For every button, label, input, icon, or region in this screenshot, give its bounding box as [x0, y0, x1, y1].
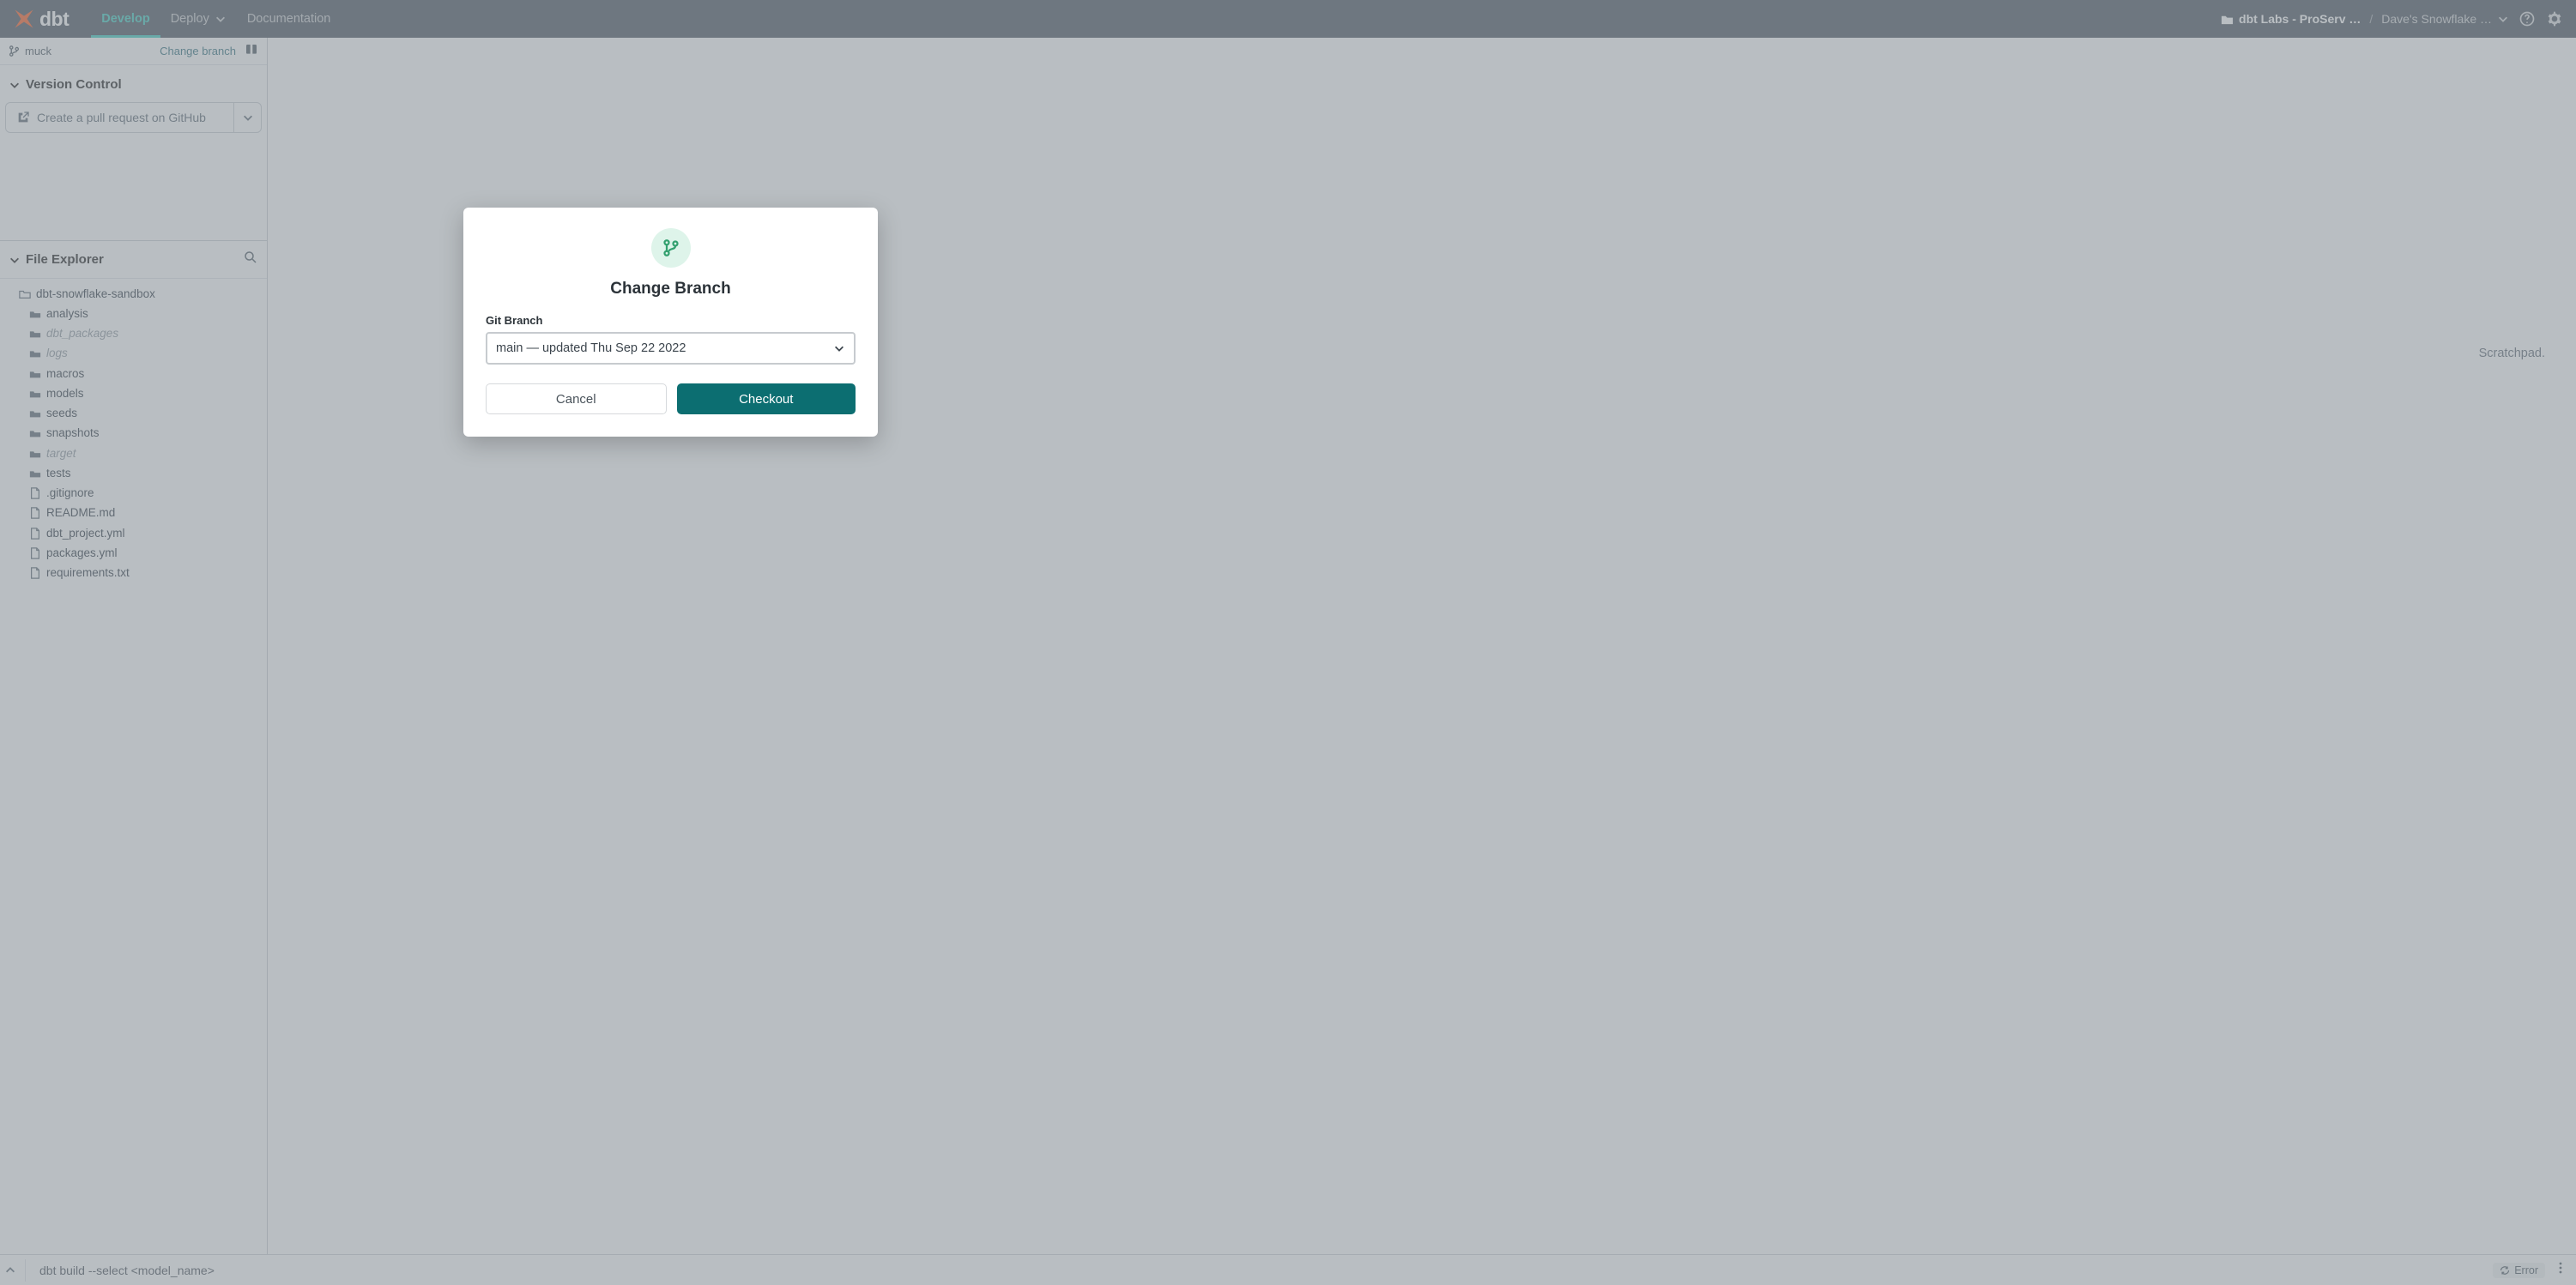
chevron-down-icon [833, 342, 845, 354]
modal-title: Change Branch [610, 280, 730, 299]
modal-scrim[interactable] [0, 0, 2576, 1285]
checkout-button[interactable]: Checkout [677, 383, 856, 414]
modal-icon [651, 228, 691, 268]
git-branch-selected: main — updated Thu Sep 22 2022 [496, 341, 686, 355]
git-branch-label: Git Branch [486, 314, 856, 327]
git-branch-select[interactable]: main — updated Thu Sep 22 2022 [486, 332, 856, 365]
modal-button-row: Cancel Checkout [486, 383, 856, 414]
cancel-button[interactable]: Cancel [486, 383, 667, 414]
git-branch-field: Git Branch main — updated Thu Sep 22 202… [486, 314, 856, 365]
git-branch-icon [662, 239, 680, 256]
change-branch-modal: Change Branch Git Branch main — updated … [463, 208, 878, 437]
